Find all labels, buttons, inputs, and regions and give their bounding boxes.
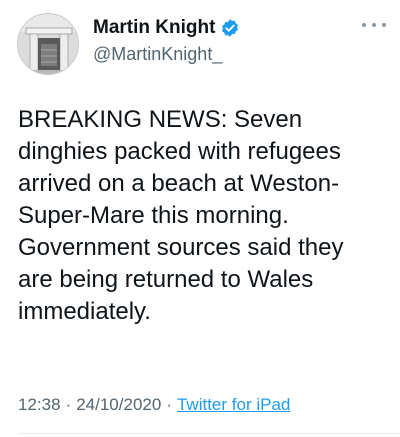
- tweet-time[interactable]: 12:38: [18, 395, 61, 415]
- tweet-meta: 12:38 · 24/10/2020 · Twitter for iPad: [18, 395, 290, 415]
- tweet-card: Martin Knight @MartinKnight_ BREAKING NE…: [0, 0, 400, 437]
- ellipsis-icon-dot: [372, 23, 376, 27]
- author-row: Martin Knight: [93, 15, 240, 41]
- tweet-date[interactable]: 24/10/2020: [76, 395, 161, 415]
- tweet-source-link[interactable]: Twitter for iPad: [177, 395, 290, 415]
- more-options-button[interactable]: [362, 18, 386, 32]
- ellipsis-icon: [362, 23, 366, 27]
- display-name[interactable]: Martin Knight: [93, 17, 215, 39]
- verified-badge-icon: [220, 18, 240, 38]
- avatar[interactable]: [17, 13, 79, 75]
- ellipsis-icon-dot: [382, 23, 386, 27]
- meta-separator: ·: [65, 395, 72, 414]
- author-handle[interactable]: @MartinKnight_: [93, 44, 222, 65]
- fireplace-photo-icon: [18, 14, 78, 74]
- divider: [18, 433, 400, 434]
- meta-separator: ·: [166, 395, 172, 414]
- tweet-text: BREAKING NEWS: Seven dinghies packed wit…: [18, 106, 344, 325]
